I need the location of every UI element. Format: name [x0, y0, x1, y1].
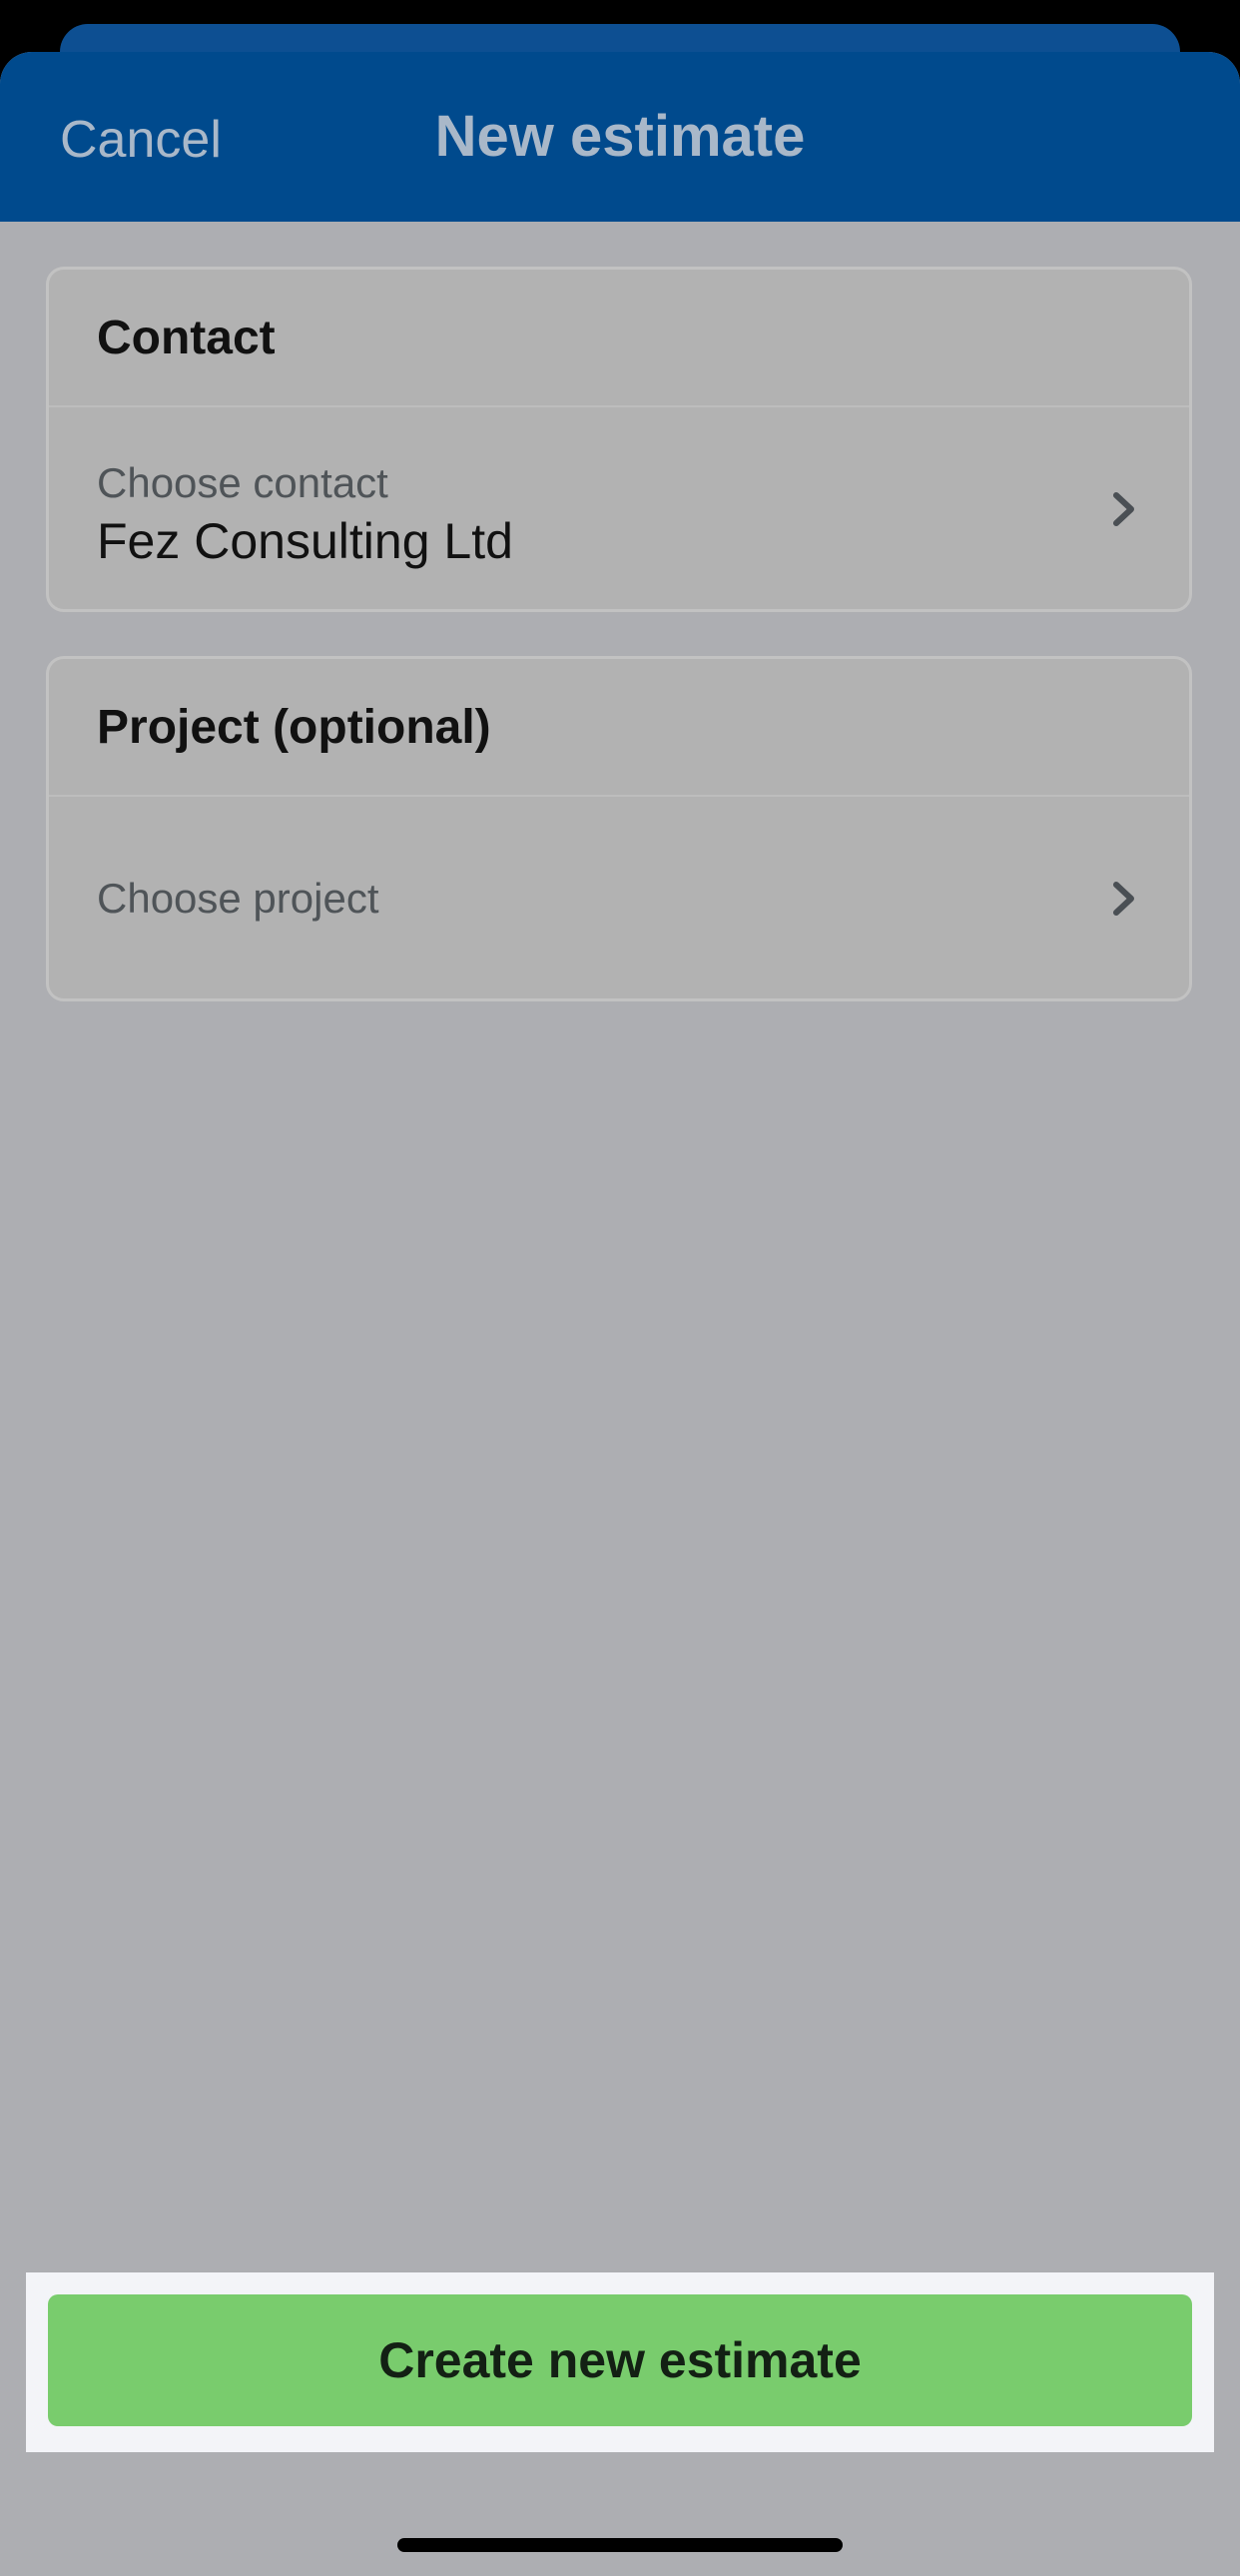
chevron-right-icon — [1113, 492, 1134, 526]
choose-project-label: Choose project — [97, 875, 379, 922]
contact-section-title: Contact — [97, 312, 276, 364]
bottom-action-panel: Create new estimate — [26, 2272, 1214, 2452]
new-estimate-sheet: Cancel New estimate Contact Choose conta… — [0, 52, 1240, 2576]
create-new-estimate-button[interactable]: Create new estimate — [48, 2294, 1192, 2426]
home-indicator — [397, 2538, 843, 2552]
selected-contact-value: Fez Consulting Ltd — [97, 513, 513, 569]
project-card-header: Project (optional) — [49, 659, 1189, 797]
choose-contact-row[interactable]: Choose contact Fez Consulting Ltd — [49, 407, 1189, 611]
project-section-title: Project (optional) — [97, 701, 491, 754]
navigation-bar: Cancel New estimate — [0, 52, 1240, 222]
project-card: Project (optional) Choose project — [46, 656, 1192, 1001]
chevron-right-icon — [1113, 882, 1134, 916]
page-title: New estimate — [434, 104, 806, 169]
contact-card: Contact Choose contact Fez Consulting Lt… — [46, 267, 1192, 612]
choose-project-row[interactable]: Choose project — [49, 797, 1189, 1000]
contact-card-header: Contact — [49, 270, 1189, 407]
choose-contact-label: Choose contact — [97, 459, 388, 506]
